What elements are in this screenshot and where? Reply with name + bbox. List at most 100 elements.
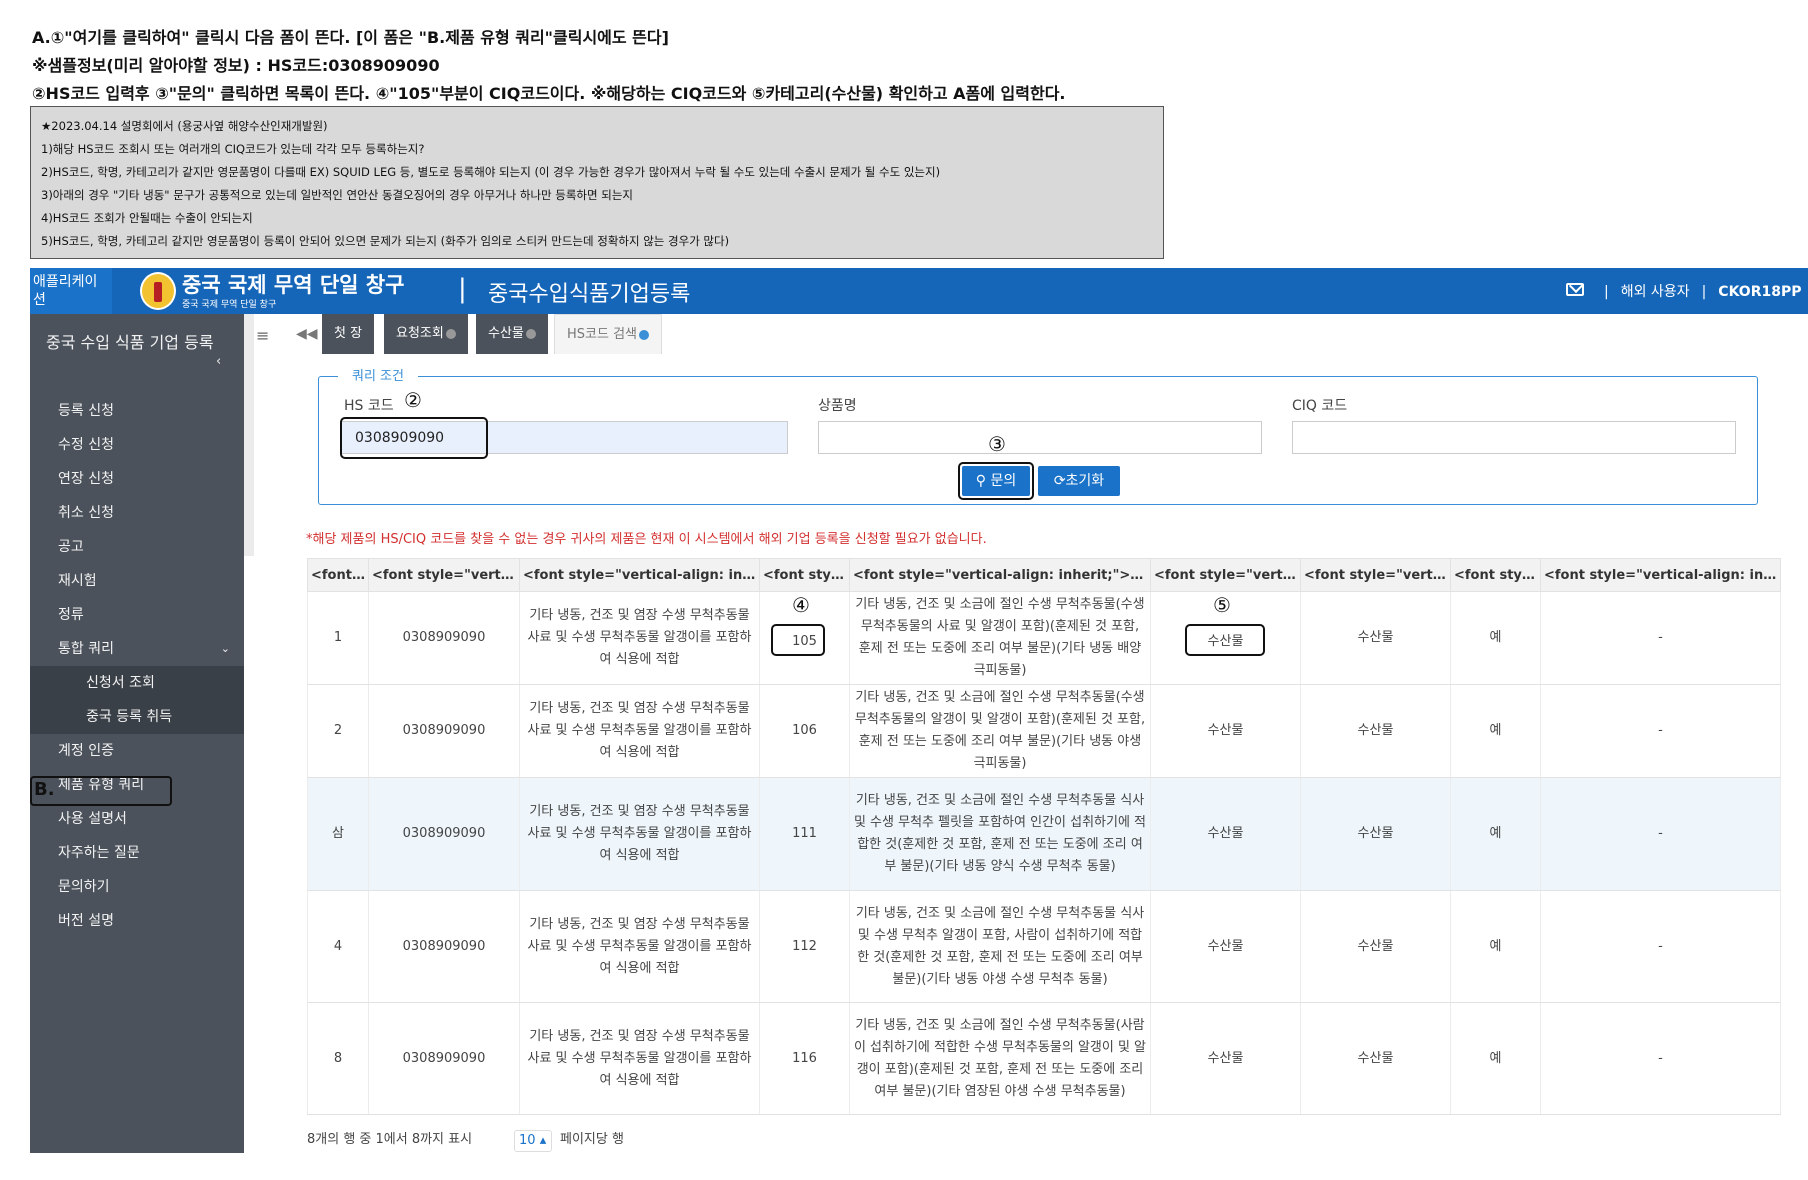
account-id[interactable]: CKOR18PP [1718,284,1801,300]
cell-subcategory: 수산물 [1300,591,1451,685]
column-header[interactable]: <font style="vertical-align: inherit;"> [1540,558,1781,592]
column-header[interactable]: <font style="vertical-align: inherit;"> [1450,558,1541,592]
mail-icon[interactable] [1566,283,1584,296]
sidebar-item-label: 통합 쿼리 [58,641,114,657]
note-line: 4)HS코드 조회가 안될때는 수출이 안되는지 [41,211,253,225]
hs-code-label: HS 코드 [344,398,394,414]
applications-button[interactable]: 애플리케이션 [30,268,112,314]
product-name-input[interactable] [818,421,1262,454]
cell-extra: - [1540,591,1781,685]
column-header[interactable]: <font style="vertical-align: inherit;"> [307,558,369,592]
sidebar-scrollbar[interactable] [244,314,254,556]
ciq-code-label: CIQ 코드 [1292,398,1348,414]
table-row[interactable]: 삼 0308909090 기타 냉동, 건조 및 염장 수생 무척추동물 사료 … [307,777,1781,891]
cell-no: 2 [307,684,369,778]
column-header[interactable]: <font style="vertical-align: inherit;"> [759,558,850,592]
table-row[interactable]: 4 0308909090 기타 냉동, 건조 및 염장 수생 무척추동물 사료 … [307,890,1781,1003]
cell-no: 4 [307,890,369,1003]
user-info: | 해외 사용자 | CKOR18PP [1604,281,1801,301]
cell-subcategory: 수산물 [1300,777,1451,891]
cell-product-name: 기타 냉동, 건조 및 염장 수생 무척추동물 사료 및 수생 무척추동물 알갱… [519,1002,760,1115]
cell-category: 수산물 [1150,890,1301,1003]
query-legend: 쿼리 조건 [338,365,418,384]
collapse-chevron-icon[interactable]: ‹ [216,354,221,369]
user-type[interactable]: 해외 사용자 [1621,284,1690,300]
cell-description: 기타 냉동, 건조 및 소금에 절인 수생 무척추동물(수생 무척추동물의 알갱… [849,684,1151,778]
sidebar-item-retest[interactable]: 재시험 [30,564,244,598]
tab-seafood[interactable]: 수산물 [476,314,548,354]
cell-extra: - [1540,777,1781,891]
rows-per-page-label: 페이지당 행 [560,1132,624,1147]
tab-hs-code-search[interactable]: HS코드 검색 [554,314,662,354]
sidebar-item-integrated-query[interactable]: 통합 쿼리 ⌄ [30,632,244,666]
cell-flag: 예 [1450,890,1541,1003]
ciq-code-input[interactable] [1292,421,1736,454]
annotation-box-3 [958,462,1034,500]
header-separator: | [458,274,467,304]
cell-ciq-code: 106 [759,684,850,778]
annotation-number-4: ④ [792,593,810,617]
sidebar-item-application-query[interactable]: 신청서 조회 [30,666,244,700]
cell-product-name: 기타 냉동, 건조 및 염장 수생 무척추동물 사료 및 수생 무척추동물 알갱… [519,777,760,891]
close-icon[interactable] [525,328,536,339]
customs-emblem-icon [140,272,176,310]
instruction-line-2: ※샘플정보(미리 알아야할 정보) : HS코드:0308909090 [32,56,440,75]
sidebar-heading: 중국 수입 식품 기업 등록 [46,333,214,352]
close-icon[interactable] [445,328,456,339]
close-icon[interactable] [639,329,649,340]
sidebar-item-manual[interactable]: 사용 설명서 [30,802,244,836]
meeting-notes-box: ★2023.04.14 설명회에서 (용궁사옆 해양수산인재개발원) 1)해당 … [30,106,1164,259]
page-size-value: 10 [519,1133,536,1148]
sidebar-item-notice[interactable]: 공고 [30,530,244,564]
column-header[interactable]: <font style="vertical-align: inherit;"> [1150,558,1301,592]
menu-toggle-icon[interactable]: ≡ [256,326,269,345]
sidebar-item-extend[interactable]: 연장 신청 [30,462,244,496]
cell-hs-code: 0308909090 [368,684,520,778]
table-header-row: <font style="vertical-align: inherit;"> … [307,558,1781,592]
annotation-number-5: ⑤ [1213,593,1231,617]
table-row[interactable]: 1 0308909090 기타 냉동, 건조 및 염장 수생 무척추동물 사료 … [307,591,1781,685]
sidebar-item-rectify[interactable]: 정류 [30,598,244,632]
reset-button[interactable]: ⟳초기화 [1038,466,1120,496]
sidebar-item-cancel[interactable]: 취소 신청 [30,496,244,530]
cell-product-name: 기타 냉동, 건조 및 염장 수생 무척추동물 사료 및 수생 무척추동물 알갱… [519,890,760,1003]
column-header[interactable]: <font style="vertical-align: inherit;"> [1300,558,1451,592]
cell-no: 8 [307,1002,369,1115]
tab-label: HS코드 검색 [567,327,637,342]
cell-subcategory: 수산물 [1300,1002,1451,1115]
table-row[interactable]: 2 0308909090 기타 냉동, 건조 및 염장 수생 무척추동물 사료 … [307,684,1781,778]
system-title: 중국수입식품기업등록 [488,282,691,307]
cell-hs-code: 0308909090 [368,591,520,685]
sidebar-item-modify[interactable]: 수정 신청 [30,428,244,462]
cell-subcategory: 수산물 [1300,890,1451,1003]
cell-product-name: 기타 냉동, 건조 및 염장 수생 무척추동물 사료 및 수생 무척추동물 알갱… [519,684,760,778]
tab-home[interactable]: 첫 장 [322,314,375,354]
tab-request-query[interactable]: 요청조회 [384,314,468,354]
annotation-box-5 [1185,624,1265,656]
sidebar-item-register[interactable]: 등록 신청 [30,394,244,428]
page-size-select[interactable]: 10 ▴ [514,1130,552,1152]
sidebar-item-china-registration[interactable]: 중국 등록 취득 [30,700,244,734]
table-row[interactable]: 8 0308909090 기타 냉동, 건조 및 염장 수생 무척추동물 사료 … [307,1002,1781,1115]
tab-scroll-left-icon[interactable]: ◀◀ [296,326,318,342]
instruction-line-3: ②HS코드 입력후 ③"문의" 클릭하면 목록이 뜬다. ④"105"부분이 C… [32,84,1066,103]
cell-ciq-code: 112 [759,890,850,1003]
annotation-box-2 [340,417,488,459]
column-header[interactable]: <font style="vertical-align: inherit;"><… [849,558,1151,592]
note-line: 5)HS코드, 학명, 카테고리 같지만 영문품명이 등록이 안되어 있으면 문… [41,234,730,248]
column-header[interactable]: <font style="vertical-align: inherit;"> [519,558,760,592]
note-line: 2)HS코드, 학명, 카테고리가 같지만 영문품명이 다를때 EX) SQUI… [41,165,941,179]
column-header[interactable]: <font style="vertical-align: inherit;"> [368,558,520,592]
cell-extra: - [1540,684,1781,778]
warning-message: *해당 제품의 HS/CIQ 코드를 찾을 수 없는 경우 귀사의 제품은 현재… [306,532,987,547]
sidebar-item-faq[interactable]: 자주하는 질문 [30,836,244,870]
sidebar-item-version[interactable]: 버전 설명 [30,904,244,938]
sidebar-item-contact[interactable]: 문의하기 [30,870,244,904]
cell-category: 수산물 [1150,684,1301,778]
sidebar-item-account-auth[interactable]: 계정 인증 [30,734,244,768]
cell-ciq-code: ④ 105 [759,591,850,685]
reset-button-label: 초기화 [1065,473,1105,489]
sidebar: 중국 수입 식품 기업 등록 ‹ 등록 신청 수정 신청 연장 신청 취소 신청… [30,314,244,1153]
caret-up-icon: ▴ [539,1133,547,1148]
cell-hs-code: 0308909090 [368,1002,520,1115]
